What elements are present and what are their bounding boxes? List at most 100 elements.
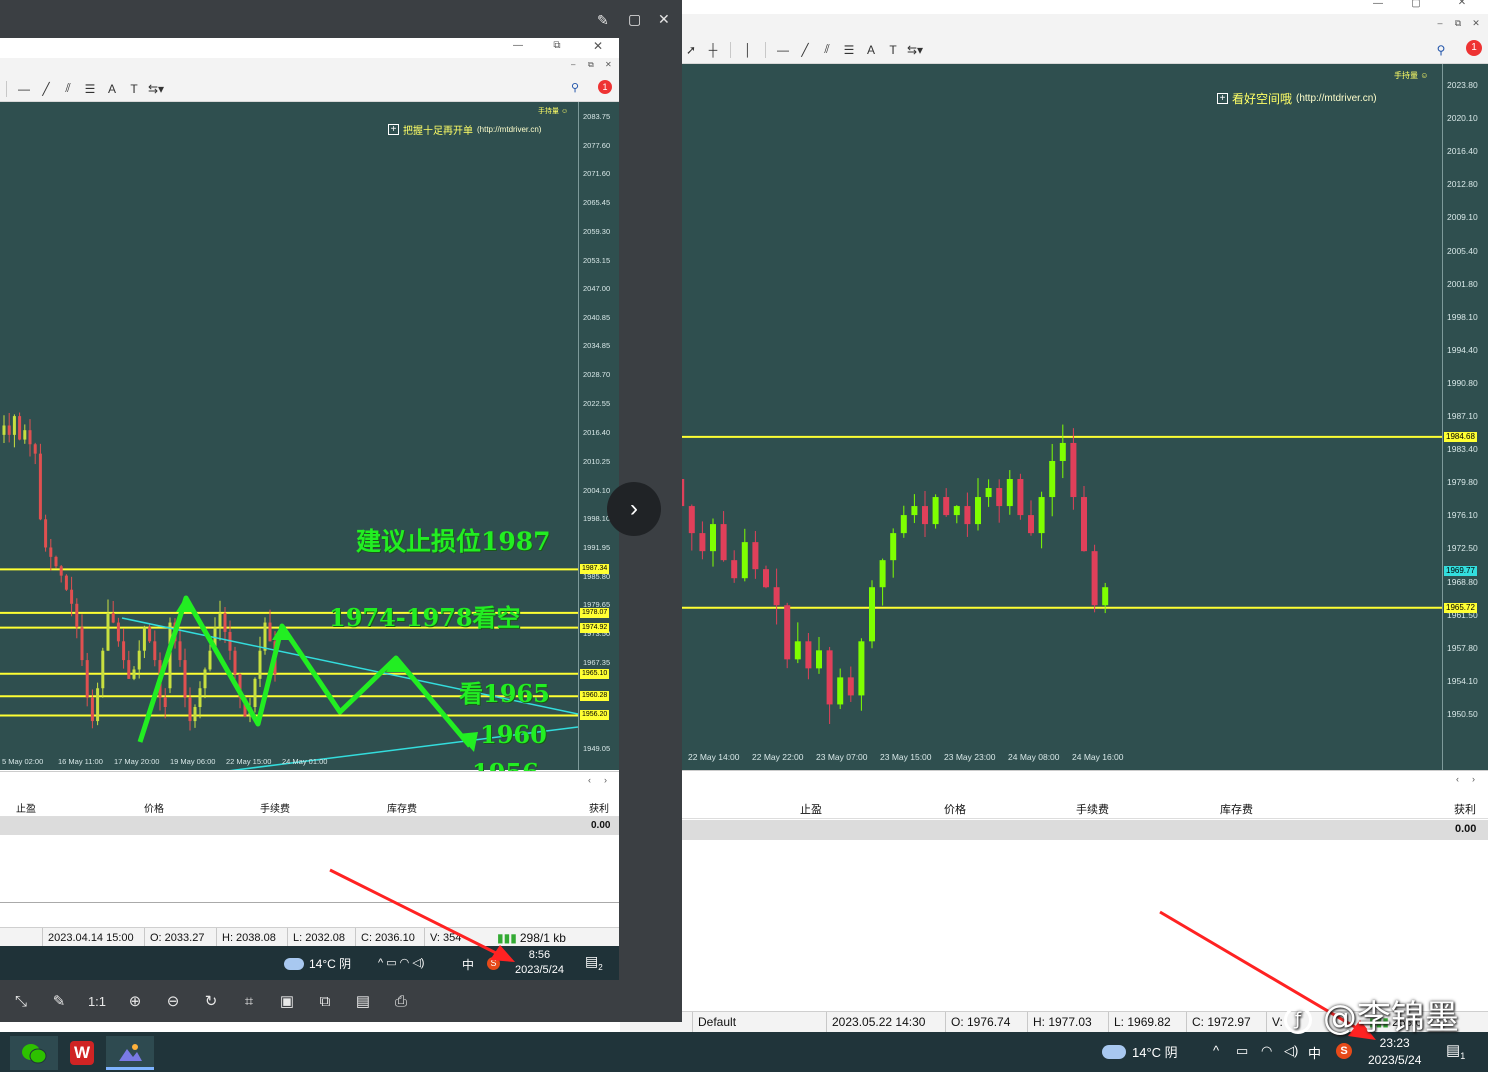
status-profile[interactable]: Default [692, 1012, 736, 1032]
time-tick: 22 May 22:00 [752, 752, 804, 762]
photos-app[interactable] [106, 1036, 154, 1070]
battery-icon[interactable]: ▭ [1236, 1043, 1248, 1059]
col-profit[interactable]: 获利 [1454, 801, 1476, 817]
next-image-button[interactable]: › [607, 482, 661, 536]
trendline-icon[interactable]: ╱ [794, 40, 816, 60]
print-icon[interactable]: ⎙ [388, 988, 414, 1014]
candle-body [943, 497, 950, 516]
inner-price-tick: 2053.15 [583, 255, 611, 265]
notification-badge[interactable]: 1 [1466, 40, 1482, 56]
candle-series [620, 424, 1442, 724]
inner-candle-body [178, 641, 182, 661]
ime-indicator[interactable]: 中 [1308, 1043, 1321, 1062]
channel-icon[interactable]: ⫽ [816, 40, 838, 60]
col-price[interactable]: 价格 [944, 801, 966, 817]
inner-candle-body [213, 627, 217, 651]
inner-price-tick: 1991.95 [583, 542, 611, 552]
weibo-logo-icon: ƒ [1284, 1005, 1312, 1034]
inner-minimize-icon: — [513, 40, 523, 51]
mdi-restore-icon[interactable]: ⧉ [1448, 18, 1468, 29]
candle-body [922, 506, 928, 525]
inner-clock: 8:56 2023/5/24 [515, 949, 564, 976]
actual-size-icon[interactable]: 1:1 [84, 988, 110, 1014]
text-label-icon[interactable]: T [882, 40, 904, 60]
inner-candle-body [268, 622, 272, 642]
inner-candle-body [75, 603, 79, 628]
candle-body [996, 488, 1003, 507]
save-icon[interactable]: ▤ [350, 988, 376, 1014]
chevron-up-icon[interactable]: ^ [1213, 1043, 1219, 1058]
inner-candle-body [158, 660, 162, 698]
sogou-icon[interactable]: S [1336, 1043, 1352, 1059]
search-icon[interactable]: ⚲ [1430, 40, 1452, 60]
price-tick: 2020.10 [1447, 113, 1478, 124]
inner-weather: 14°C 阴 [309, 957, 352, 971]
horizontal-line-icon[interactable]: — [772, 40, 794, 60]
slideshow-icon[interactable]: ▣ [274, 988, 300, 1014]
notification-center-icon[interactable]: ▤1 [1446, 1041, 1465, 1061]
arrows-icon[interactable]: ⇆▾ [904, 40, 926, 60]
crosshair-icon[interactable]: ┼ [702, 40, 724, 60]
zoom-out-icon[interactable]: ⊖ [160, 988, 186, 1014]
inner-candle-body [223, 613, 227, 632]
cloud-icon [1102, 1044, 1126, 1059]
expand-icon[interactable]: + [1217, 93, 1228, 104]
col-commission[interactable]: 手续费 [1076, 801, 1109, 817]
cursor-icon[interactable]: ➚ [680, 40, 702, 60]
inner-candle-body [253, 678, 257, 708]
time-tick: 23 May 15:00 [880, 752, 932, 762]
crop-icon[interactable]: ⌗ [236, 988, 262, 1014]
wifi-icon[interactable]: ◠ [1261, 1043, 1272, 1059]
price-tag: 1965.72 [1444, 602, 1477, 613]
minimize-icon[interactable]: — [1368, 0, 1388, 9]
vertical-line-icon[interactable]: │ [737, 40, 759, 60]
col-takeprofit[interactable]: 止盈 [800, 801, 822, 817]
inner-candle-body [258, 650, 262, 679]
candle-body [752, 542, 759, 570]
inner-candle-body [168, 622, 172, 689]
price-tick: 2009.10 [1447, 212, 1478, 223]
edit-icon[interactable]: ✎ [46, 988, 72, 1014]
candle-body [1091, 551, 1098, 606]
candle-body [688, 506, 695, 534]
text-icon[interactable]: A [860, 40, 882, 60]
volume-icon[interactable]: ◁) [1284, 1043, 1298, 1059]
inner-indicator-url: (http://mtdriver.cn) [477, 125, 542, 134]
compare-icon[interactable]: ⧉ [312, 988, 338, 1014]
scroll-right-icon[interactable]: › [1472, 774, 1475, 784]
inner-price-tick: 2065.45 [583, 197, 611, 207]
mdi-minimize-icon[interactable]: – [1430, 18, 1450, 28]
maximize-icon[interactable]: ▢ [1406, 0, 1426, 9]
viewer-maximize-icon[interactable]: ▢ [628, 11, 641, 28]
wps-app[interactable]: W [58, 1036, 106, 1070]
price-chart-right[interactable]: + 看好空间哦 (http://mtdriver.cn) 手持量 ☺ 22 Ma… [620, 64, 1442, 770]
status-datetime: 2023.05.22 14:30 [826, 1012, 925, 1032]
inner-candle-body [106, 613, 110, 651]
price-axis-right[interactable]: 2023.80 2020.10 2016.40 2012.80 2009.10 2005.… [1442, 64, 1488, 770]
price-tick: 1972.50 [1447, 543, 1478, 554]
inner-fib-icon: ☰ [84, 81, 96, 96]
inner-candle-body [64, 575, 68, 590]
candle-body [953, 506, 960, 516]
wechat-app[interactable] [10, 1036, 58, 1070]
inner-notif-icon: ▤2 [585, 953, 603, 972]
close-icon[interactable]: ✕ [1452, 0, 1472, 8]
inner-candle-body [263, 622, 267, 651]
scroll-left-icon[interactable]: ‹ [1456, 774, 1459, 784]
mdi-close-icon[interactable]: ✕ [1466, 18, 1486, 29]
fibonacci-icon[interactable]: ☰ [838, 40, 860, 60]
fit-icon[interactable]: ⤡ [8, 988, 34, 1014]
weather-widget[interactable]: 14°C 阴 [1102, 1042, 1178, 1061]
viewer-close-icon[interactable]: ✕ [658, 11, 670, 28]
candle-body [1028, 515, 1034, 534]
candle-body [1059, 442, 1066, 461]
clock[interactable]: 23:23 2023/5/24 [1368, 1035, 1421, 1069]
zoom-in-icon[interactable]: ⊕ [122, 988, 148, 1014]
col-swap[interactable]: 库存费 [1220, 801, 1253, 817]
price-tick: 1979.80 [1447, 477, 1478, 488]
pin-icon[interactable]: ✎ [597, 12, 609, 29]
inner-status-close: C: 2036.10 [355, 928, 415, 948]
inner-price-tag: 1978.07 [580, 607, 610, 618]
inner-taskbar: 14°C 阴 ^ ▭ ◠ ◁) 中 S 8:56 2023/5/24 ▤2 [0, 946, 619, 980]
rotate-icon[interactable]: ↻ [198, 988, 224, 1014]
